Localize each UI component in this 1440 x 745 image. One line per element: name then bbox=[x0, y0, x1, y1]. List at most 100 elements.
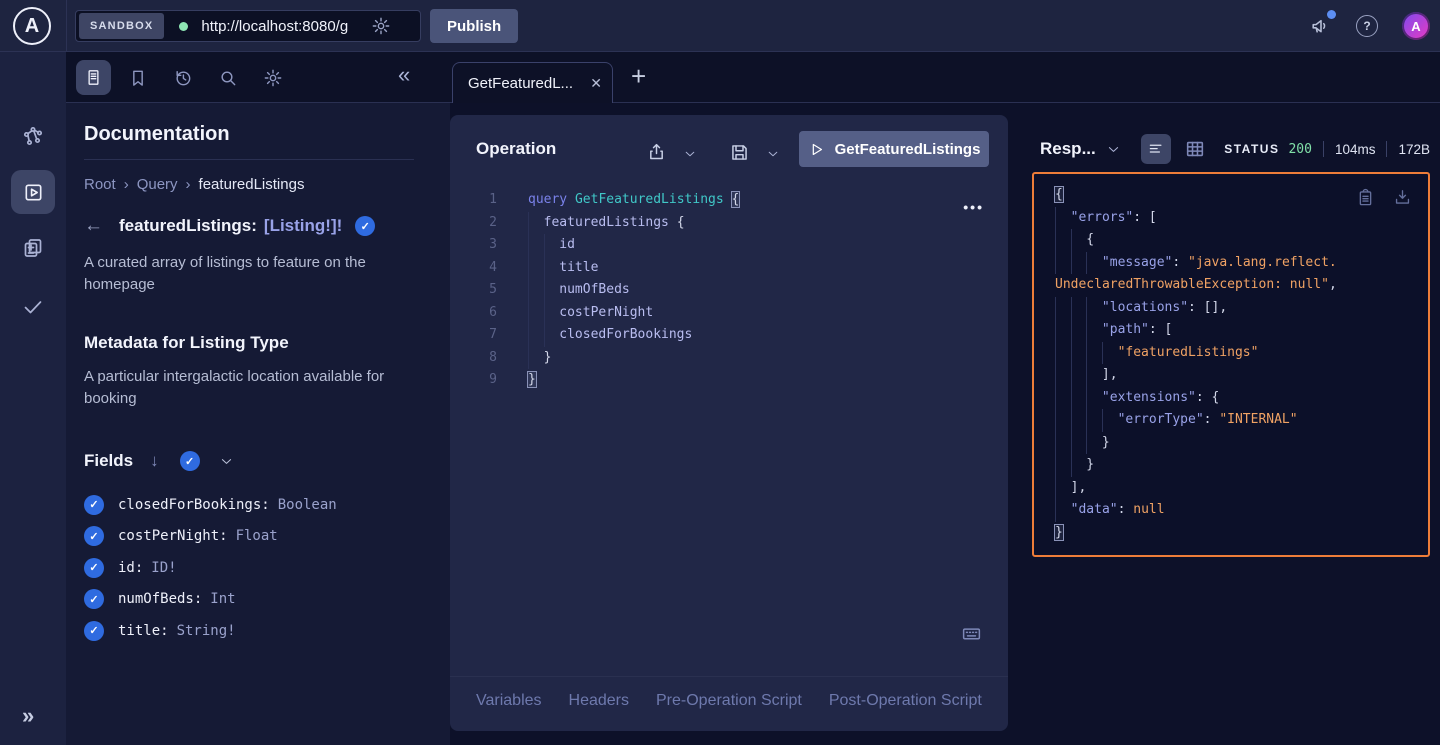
doc-field-item[interactable]: ✓id:ID! bbox=[84, 552, 422, 584]
tab-headers[interactable]: Headers bbox=[569, 692, 629, 710]
bookmark-icon[interactable] bbox=[128, 68, 148, 88]
fields-header: Fields ↓ ✓ bbox=[84, 451, 422, 471]
select-all-fields-check-icon[interactable]: ✓ bbox=[180, 451, 200, 471]
save-chevron-down-icon[interactable] bbox=[766, 147, 780, 161]
tab-pre-operation-script[interactable]: Pre-Operation Script bbox=[656, 692, 802, 710]
schema-graph-icon[interactable] bbox=[21, 124, 45, 148]
settings-gear-icon[interactable] bbox=[263, 68, 283, 88]
save-icon[interactable] bbox=[729, 142, 750, 163]
tab-post-operation-script[interactable]: Post-Operation Script bbox=[829, 692, 982, 710]
table-view-toggle-icon[interactable] bbox=[1184, 138, 1206, 160]
operation-tab-label: GetFeaturedL... bbox=[468, 75, 590, 92]
field-type-link[interactable]: ID! bbox=[151, 560, 176, 576]
play-icon bbox=[808, 141, 825, 158]
divider bbox=[84, 159, 414, 160]
editor-line-numbers: 123456789 bbox=[450, 189, 497, 392]
response-json: { "errors": [ { "message": "java.lang.re… bbox=[1034, 174, 1428, 544]
status-label: STATUS bbox=[1224, 142, 1279, 156]
operation-panel: Operation GetFeaturedListings 123456789 bbox=[450, 115, 1008, 731]
field-check-icon[interactable]: ✓ bbox=[84, 621, 104, 641]
metadata-heading: Metadata for Listing Type bbox=[84, 333, 422, 353]
operation-footer: Variables Headers Pre-Operation Script P… bbox=[450, 676, 1008, 710]
sandbox-badge: SANDBOX bbox=[79, 13, 164, 39]
breadcrumb-query-link[interactable]: Query bbox=[137, 176, 178, 193]
response-status: STATUS 200 104ms 172B bbox=[1224, 141, 1430, 157]
breadcrumb-separator: › bbox=[186, 176, 191, 193]
field-signature-type-link[interactable]: [Listing!]! bbox=[264, 216, 342, 236]
doc-field-item[interactable]: ✓ title: String! bbox=[84, 615, 422, 647]
announcements-megaphone-icon[interactable] bbox=[1310, 15, 1332, 37]
doc-field-item[interactable]: ✓closedForBookings:Boolean bbox=[84, 489, 422, 521]
response-header: Resp... STATUS 200 104ms 172B bbox=[1040, 131, 1430, 167]
operation-tab[interactable]: GetFeaturedL... ✕ bbox=[452, 62, 613, 103]
breadcrumb-current: featuredListings bbox=[199, 176, 305, 193]
checks-icon[interactable] bbox=[21, 295, 45, 319]
field-signature-name: featuredListings: bbox=[119, 216, 257, 236]
connection-status-dot bbox=[179, 22, 188, 31]
field-type-link[interactable]: Boolean bbox=[278, 497, 337, 513]
field-type-link[interactable]: String! bbox=[177, 623, 236, 639]
raw-view-toggle-icon[interactable] bbox=[1141, 134, 1171, 164]
user-avatar[interactable]: A bbox=[1402, 12, 1430, 40]
field-selected-check-icon[interactable]: ✓ bbox=[355, 216, 375, 236]
documentation-panel: Documentation Root › Query › featuredLis… bbox=[66, 103, 450, 745]
field-list: ✓closedForBookings:Boolean✓costPerNight:… bbox=[84, 489, 422, 647]
tab-strip: « GetFeaturedL... ✕ + bbox=[66, 52, 1440, 103]
endpoint-url-input[interactable]: http://localhost:8080/g bbox=[201, 18, 369, 35]
expand-sidebar-icon[interactable]: » bbox=[22, 705, 34, 727]
share-chevron-down-icon[interactable] bbox=[683, 147, 697, 161]
run-button-label: GetFeaturedListings bbox=[835, 141, 981, 158]
field-check-icon[interactable]: ✓ bbox=[84, 495, 104, 515]
divider bbox=[1386, 141, 1387, 157]
run-operation-button[interactable]: GetFeaturedListings bbox=[799, 131, 989, 167]
field-type-link[interactable]: Int bbox=[210, 591, 235, 607]
documentation-panel-icon[interactable] bbox=[76, 60, 111, 95]
operation-panel-title: Operation bbox=[476, 139, 556, 159]
history-icon[interactable] bbox=[173, 68, 193, 88]
field-check-icon[interactable]: ✓ bbox=[84, 589, 104, 609]
breadcrumb-root-link[interactable]: Root bbox=[84, 176, 116, 193]
field-type-link[interactable]: Float bbox=[236, 528, 278, 544]
field-signature: ← featuredListings: [Listing!]! ✓ bbox=[84, 215, 422, 237]
response-panel: Resp... STATUS 200 104ms 172B bbox=[1032, 103, 1430, 745]
help-icon[interactable]: ? bbox=[1356, 15, 1378, 37]
tab-variables[interactable]: Variables bbox=[476, 692, 542, 710]
field-name: title: bbox=[118, 623, 169, 639]
sort-descending-icon[interactable]: ↓ bbox=[150, 451, 159, 471]
share-icon[interactable] bbox=[646, 142, 667, 163]
close-tab-icon[interactable]: ✕ bbox=[590, 75, 602, 92]
download-response-icon[interactable] bbox=[1393, 188, 1412, 207]
field-check-icon[interactable]: ✓ bbox=[84, 526, 104, 546]
collapse-panel-icon[interactable]: « bbox=[398, 62, 410, 88]
response-chevron-down-icon[interactable] bbox=[1106, 142, 1121, 157]
connection-settings-gear-icon[interactable] bbox=[371, 16, 391, 36]
copy-response-icon[interactable] bbox=[1356, 188, 1375, 207]
notification-dot bbox=[1327, 10, 1336, 19]
response-time: 104ms bbox=[1335, 142, 1376, 157]
back-arrow-icon[interactable]: ← bbox=[84, 215, 103, 237]
response-body: { "errors": [ { "message": "java.lang.re… bbox=[1032, 172, 1430, 557]
editor-more-options-icon[interactable]: ••• bbox=[963, 199, 984, 215]
fields-heading: Fields bbox=[84, 451, 133, 471]
field-description: A curated array of listings to feature o… bbox=[84, 252, 392, 296]
response-size: 172B bbox=[1398, 142, 1430, 157]
field-name: numOfBeds: bbox=[118, 591, 202, 607]
work-area: Operation GetFeaturedListings 123456789 bbox=[450, 103, 1440, 745]
doc-field-item[interactable]: ✓costPerNight:Float bbox=[84, 521, 422, 553]
new-tab-button[interactable]: + bbox=[631, 63, 646, 89]
divider bbox=[1323, 141, 1324, 157]
changelog-icon[interactable] bbox=[21, 236, 45, 260]
explorer-icon[interactable] bbox=[11, 170, 55, 214]
status-code: 200 bbox=[1288, 142, 1311, 157]
field-check-icon[interactable]: ✓ bbox=[84, 558, 104, 578]
keyboard-shortcuts-icon[interactable] bbox=[961, 623, 982, 644]
editor-code[interactable]: query GetFeaturedListings { featuredList… bbox=[528, 189, 988, 392]
breadcrumb-separator: › bbox=[124, 176, 129, 193]
metadata-description: A particular intergalactic location avai… bbox=[84, 366, 402, 410]
fields-chevron-down-icon[interactable] bbox=[219, 454, 234, 469]
response-title-dropdown[interactable]: Resp... bbox=[1040, 139, 1096, 159]
doc-field-item[interactable]: ✓ numOfBeds: Int bbox=[84, 584, 422, 616]
breadcrumb: Root › Query › featuredListings bbox=[84, 176, 422, 193]
publish-button[interactable]: Publish bbox=[430, 9, 518, 43]
search-icon[interactable] bbox=[218, 68, 238, 88]
